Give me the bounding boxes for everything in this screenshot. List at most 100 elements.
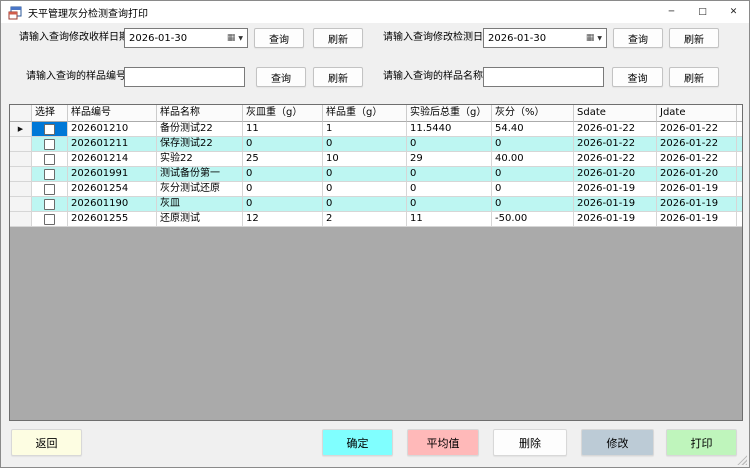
grid-cell[interactable]: 1 (323, 122, 407, 137)
table-row[interactable]: 202601211保存测试2200002026-01-222026-01-22 (10, 137, 742, 152)
grid-cell[interactable]: 2 (323, 212, 407, 227)
row-header-cell[interactable] (10, 212, 32, 227)
grid-cell[interactable]: 灰分测试还原 (157, 182, 243, 197)
test-date-picker[interactable]: 2026-01-30 ▦ ▼ (483, 28, 607, 48)
chevron-down-icon[interactable]: ▼ (238, 35, 243, 42)
column-header[interactable]: 样品名称 (157, 105, 243, 122)
grid-cell[interactable]: 29 (407, 152, 492, 167)
grid-cell[interactable]: -50.00 (492, 212, 574, 227)
receive-date-refresh-button[interactable]: 刷新 (313, 28, 363, 48)
grid-cell[interactable]: 10 (323, 152, 407, 167)
table-row[interactable]: ▶202601210备份测试2211111.544054.402026-01-2… (10, 122, 742, 137)
grid-cell[interactable]: 0 (323, 197, 407, 212)
grid-cell[interactable]: 0 (492, 182, 574, 197)
confirm-button[interactable]: 确定 (322, 429, 393, 456)
grid-cell[interactable]: 12 (243, 212, 323, 227)
print-button[interactable]: 打印 (666, 429, 737, 456)
grid-cell[interactable]: 实验22 (157, 152, 243, 167)
grid-cell[interactable]: 0 (243, 182, 323, 197)
sample-no-refresh-button[interactable]: 刷新 (313, 67, 363, 87)
grid-cell[interactable]: 0 (407, 197, 492, 212)
grid-corner-cell[interactable] (10, 105, 32, 122)
grid-cell[interactable]: 2026-01-19 (574, 182, 657, 197)
grid-cell[interactable]: 2026-01-19 (657, 212, 737, 227)
table-row[interactable]: 202601190灰皿00002026-01-192026-01-19 (10, 197, 742, 212)
row-header-cell[interactable] (10, 137, 32, 152)
grid-cell[interactable]: 2026-01-22 (657, 122, 737, 137)
column-header[interactable]: 灰皿重（g） (243, 105, 323, 122)
grid-cell[interactable]: 0 (407, 182, 492, 197)
row-header-cell[interactable] (10, 197, 32, 212)
sample-no-query-button[interactable]: 查询 (256, 67, 306, 87)
grid-cell[interactable]: 测试备份第一 (157, 167, 243, 182)
column-header[interactable]: Sdate (574, 105, 657, 122)
grid-cell[interactable]: 202601991 (68, 167, 157, 182)
grid-cell[interactable]: 0 (243, 167, 323, 182)
grid-cell[interactable]: 0 (492, 137, 574, 152)
select-checkbox-cell[interactable] (32, 182, 68, 197)
grid-cell[interactable]: 202601210 (68, 122, 157, 137)
grid-cell[interactable]: 0 (323, 137, 407, 152)
grid-cell[interactable]: 0 (407, 137, 492, 152)
column-header[interactable]: 样品重（g） (323, 105, 407, 122)
select-checkbox[interactable] (44, 199, 55, 210)
sample-name-input[interactable] (483, 67, 604, 87)
grid-cell[interactable]: 还原测试 (157, 212, 243, 227)
grid-cell[interactable]: 2026-01-22 (657, 152, 737, 167)
grid-cell[interactable]: 保存测试22 (157, 137, 243, 152)
select-checkbox-cell[interactable] (32, 137, 68, 152)
chevron-down-icon[interactable]: ▼ (597, 35, 602, 42)
grid-cell[interactable]: 202601211 (68, 137, 157, 152)
column-header[interactable]: 选择 (32, 105, 68, 122)
row-header-cell[interactable] (10, 167, 32, 182)
grid-cell[interactable]: 11 (243, 122, 323, 137)
grid-cell[interactable]: 0 (323, 167, 407, 182)
grid-cell[interactable]: 2026-01-19 (657, 182, 737, 197)
table-row[interactable]: 202601991测试备份第一00002026-01-202026-01-20 (10, 167, 742, 182)
grid-cell[interactable]: 0 (243, 137, 323, 152)
row-header-cell[interactable] (10, 182, 32, 197)
grid-cell[interactable]: 2026-01-20 (657, 167, 737, 182)
test-date-refresh-button[interactable]: 刷新 (669, 28, 719, 48)
grid-cell[interactable]: 54.40 (492, 122, 574, 137)
grid-cell[interactable]: 2026-01-19 (574, 212, 657, 227)
receive-date-query-button[interactable]: 查询 (254, 28, 304, 48)
select-checkbox-cell[interactable] (32, 122, 68, 137)
receive-date-picker[interactable]: 2026-01-30 ▦ ▼ (124, 28, 248, 48)
select-checkbox[interactable] (44, 184, 55, 195)
maximize-button[interactable]: □ (687, 1, 718, 23)
select-checkbox[interactable] (44, 214, 55, 225)
grid-cell[interactable]: 0 (323, 182, 407, 197)
grid-cell[interactable]: 0 (243, 197, 323, 212)
grid-cell[interactable]: 202601214 (68, 152, 157, 167)
average-button[interactable]: 平均值 (407, 429, 479, 456)
grid-cell[interactable]: 2026-01-20 (574, 167, 657, 182)
grid-cell[interactable]: 0 (492, 197, 574, 212)
column-header[interactable]: 灰分（%） (492, 105, 574, 122)
grid-cell[interactable]: 2026-01-22 (574, 137, 657, 152)
grid-cell[interactable]: 灰皿 (157, 197, 243, 212)
select-checkbox[interactable] (44, 154, 55, 165)
select-checkbox[interactable] (44, 124, 55, 135)
grid-cell[interactable]: 202601190 (68, 197, 157, 212)
grid-cell[interactable]: 202601255 (68, 212, 157, 227)
close-button[interactable]: ✕ (718, 1, 749, 23)
grid-cell[interactable]: 2026-01-22 (657, 137, 737, 152)
grid-cell[interactable]: 11.5440 (407, 122, 492, 137)
test-date-query-button[interactable]: 查询 (613, 28, 663, 48)
grid-cell[interactable]: 2026-01-22 (574, 152, 657, 167)
grid-cell[interactable]: 备份测试22 (157, 122, 243, 137)
back-button[interactable]: 返回 (11, 429, 82, 456)
grid-cell[interactable]: 11 (407, 212, 492, 227)
row-header-cell[interactable]: ▶ (10, 122, 32, 137)
grid-cell[interactable]: 202601254 (68, 182, 157, 197)
grid-cell[interactable]: 2026-01-19 (657, 197, 737, 212)
modify-button[interactable]: 修改 (581, 429, 654, 456)
select-checkbox[interactable] (44, 169, 55, 180)
grid-cell[interactable]: 40.00 (492, 152, 574, 167)
column-header[interactable]: 样品编号 (68, 105, 157, 122)
table-row[interactable]: 202601255还原测试12211-50.002026-01-192026-0… (10, 212, 742, 227)
column-header[interactable]: Jdate (657, 105, 737, 122)
select-checkbox-cell[interactable] (32, 167, 68, 182)
sample-name-query-button[interactable]: 查询 (612, 67, 663, 87)
